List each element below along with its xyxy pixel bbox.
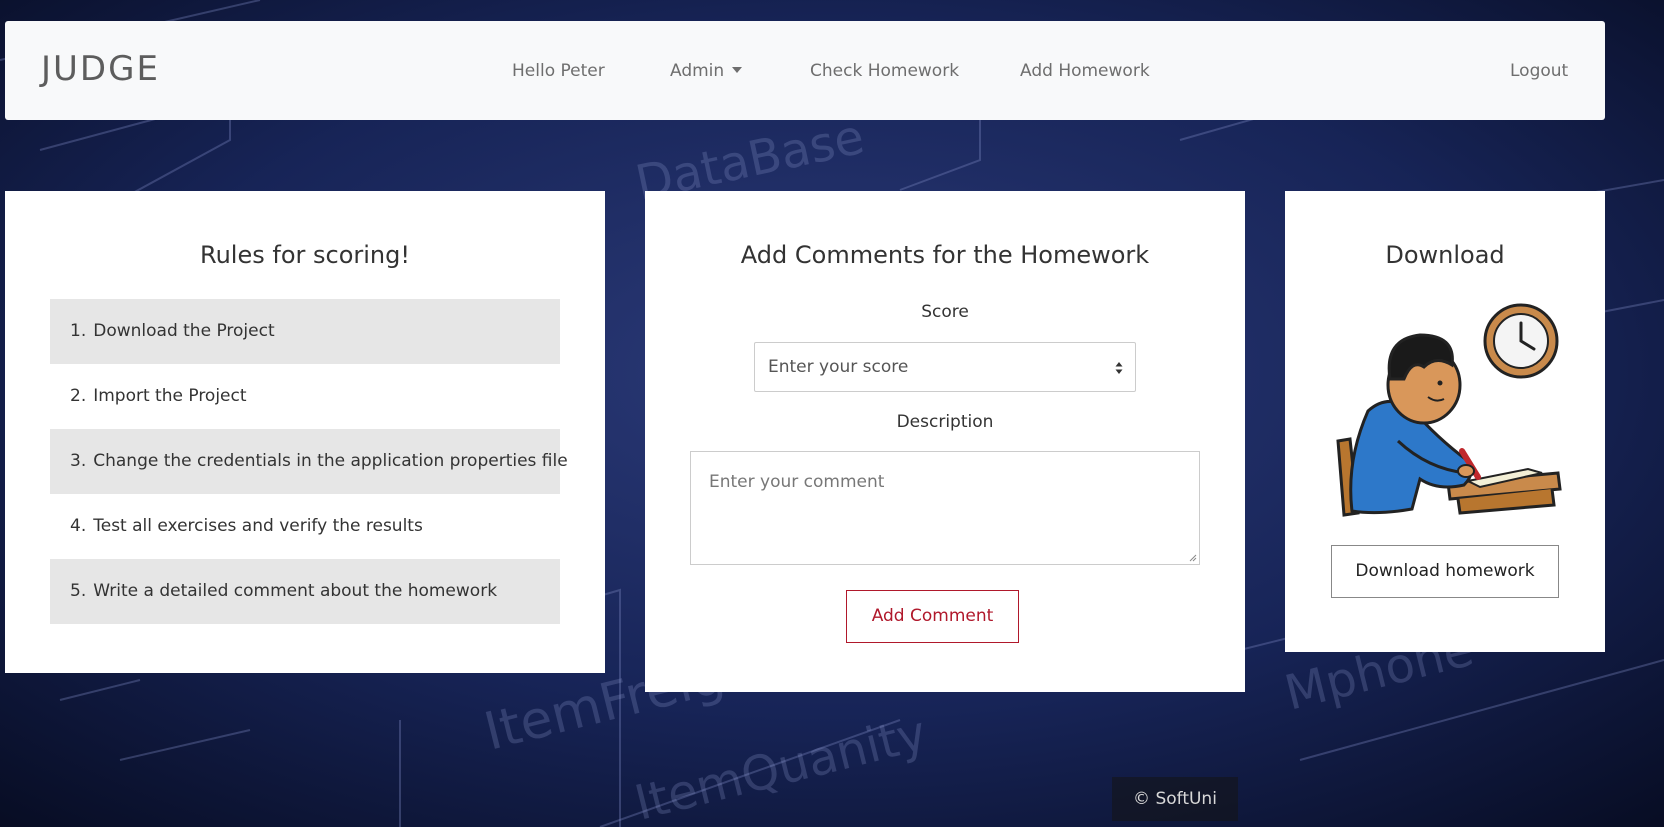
footer-copyright: © SoftUni [1112,777,1238,821]
rule-text: Write a detailed comment about the homew… [93,581,498,601]
rule-item: 3. Change the credentials in the applicat… [50,429,568,494]
rule-number: 5. [70,581,87,601]
nav-add-homework[interactable]: Add Homework [1020,61,1150,81]
rule-number: 1. [70,321,87,341]
score-select[interactable]: Enter your score [754,342,1136,392]
rules-title: Rules for scoring! [200,241,410,269]
rule-text: Import the Project [93,386,247,406]
nav-check-homework[interactable]: Check Homework [810,61,959,81]
download-homework-button[interactable]: Download homework [1331,545,1559,598]
nav-admin-label: Admin [670,61,725,81]
description-label: Description [896,412,994,432]
comment-title: Add Comments for the Homework [740,241,1150,269]
rule-number: 3. [70,451,87,471]
rule-item: 1. Download the Project [50,299,560,364]
comment-placeholder: Enter your comment [709,472,885,492]
student-writing-illustration [1336,303,1562,517]
brand-logo[interactable]: JUDGE [41,49,160,89]
rule-number: 2. [70,386,87,406]
add-comment-button[interactable]: Add Comment [846,590,1019,643]
score-label: Score [921,302,969,322]
rule-number: 4. [70,516,87,536]
rule-item: 5. Write a detailed comment about the hom… [50,559,560,624]
top-navbar: JUDGE Hello Peter Admin Check Homework A… [5,21,1605,120]
comment-textarea[interactable]: Enter your comment [690,451,1200,565]
caret-down-icon [732,67,743,73]
download-card: Download Download homework [1285,191,1605,652]
select-arrows-icon [1115,362,1123,374]
rule-item: 4. Test all exercises and verify the resu… [50,494,560,559]
download-title: Download [1385,241,1505,269]
comment-card: Add Comments for the Homework Score Ente… [645,191,1245,692]
rule-text: Download the Project [93,321,275,341]
rules-card: Rules for scoring! 1. Download the Projec… [5,191,605,673]
rule-text: Test all exercises and verify the result… [93,516,423,536]
score-select-value: Enter your score [768,357,909,377]
nav-admin-dropdown[interactable]: Admin [670,61,743,81]
resize-grip-icon[interactable] [1189,554,1197,562]
rule-item: 2. Import the Project [50,364,560,429]
nav-greeting[interactable]: Hello Peter [512,61,605,81]
rule-text: Change the credentials in the applicatio… [93,451,568,471]
nav-logout[interactable]: Logout [1510,61,1568,81]
